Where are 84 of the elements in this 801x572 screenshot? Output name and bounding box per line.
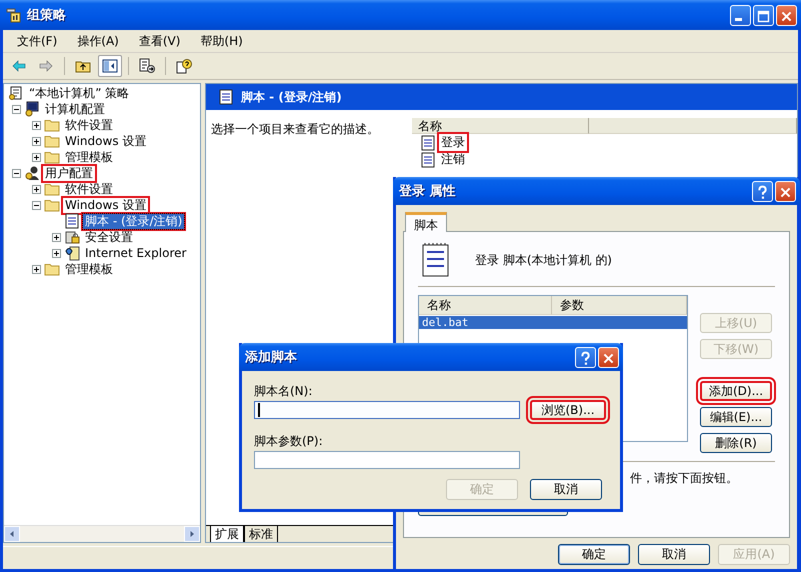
minimize-icon <box>735 18 742 20</box>
tree-item[interactable]: Internet Explorer <box>83 246 188 260</box>
pane-title: 脚本 - (登录/注销) <box>241 88 342 106</box>
browser-icon <box>64 245 80 261</box>
folder-icon <box>44 197 60 213</box>
dialog-button[interactable]: 确定 <box>558 544 630 565</box>
expand-toggle[interactable] <box>32 200 40 210</box>
expand-toggle[interactable] <box>32 152 40 162</box>
folder-icon <box>44 149 60 165</box>
dialog-button[interactable]: 取消 <box>638 544 710 565</box>
back-arrow-icon <box>11 58 27 74</box>
instruction-text: 件，请按下面按钮。 <box>630 471 738 485</box>
minimize-button[interactable] <box>730 4 751 26</box>
folder-icon <box>44 261 60 277</box>
dialog-button[interactable]: 编辑(E)... <box>700 407 772 427</box>
field-label: 脚本名(N): <box>254 383 314 399</box>
script-icon <box>420 152 436 168</box>
tree-item[interactable]: 软件设置 <box>63 118 115 132</box>
script-icon <box>420 134 436 150</box>
expand-toggle[interactable] <box>32 120 40 130</box>
help-button[interactable] <box>752 180 773 202</box>
horizontal-scrollbar[interactable] <box>4 525 200 542</box>
tree-item[interactable]: Windows 设置 <box>63 198 148 212</box>
script-icon <box>64 213 80 229</box>
expand-toggle[interactable] <box>52 232 60 242</box>
column-header[interactable]: 名称 <box>412 118 589 134</box>
input-field[interactable] <box>254 451 520 469</box>
list-row[interactable]: del.bat <box>419 316 687 329</box>
export-list-icon <box>139 58 155 74</box>
help-icon <box>176 58 192 74</box>
tree-pane-icon <box>102 58 118 74</box>
tree-item[interactable]: 计算机配置 <box>43 102 107 116</box>
menu-item[interactable]: 文件(F) <box>9 30 66 52</box>
expand-toggle[interactable] <box>12 168 20 178</box>
folder-icon <box>44 117 60 133</box>
close-button[interactable] <box>775 180 796 202</box>
tree-item[interactable]: 脚本 - (登录/注销) <box>83 214 184 228</box>
close-button[interactable] <box>776 4 797 26</box>
tree-item[interactable]: 安全设置 <box>83 230 135 244</box>
tree-item[interactable]: Windows 设置 <box>63 134 148 148</box>
folder-icon <box>44 181 60 197</box>
maximize-button[interactable] <box>753 4 774 26</box>
user-icon <box>24 165 40 181</box>
scroll-right-icon <box>188 530 196 538</box>
input-field[interactable] <box>254 401 520 419</box>
dialog-button[interactable]: 取消 <box>530 479 602 500</box>
menu-item[interactable]: 帮助(H) <box>192 30 251 52</box>
forward-arrow-icon <box>38 58 54 74</box>
expand-toggle[interactable] <box>32 184 40 194</box>
help-button[interactable] <box>575 346 596 368</box>
dialog-title: 登录 属性 <box>399 183 456 200</box>
menu-item[interactable]: 操作(A) <box>69 30 127 52</box>
policy-icon <box>6 7 22 23</box>
script-icon <box>218 89 234 105</box>
scroll-left-icon <box>8 530 16 538</box>
script-icon <box>422 243 450 277</box>
view-tab[interactable]: 扩展 <box>210 526 244 542</box>
tree-item[interactable]: “本地计算机” 策略 <box>27 86 132 100</box>
expand-toggle[interactable] <box>52 248 60 258</box>
window-title: 组策略 <box>27 7 66 24</box>
description-text: 选择一个项目来查看它的描述。 <box>211 122 379 136</box>
tree-item[interactable]: 用户配置 <box>43 166 95 180</box>
list-item[interactable]: 注销 <box>439 151 467 168</box>
computer-icon <box>24 101 40 117</box>
field-label: 脚本参数(P): <box>254 433 324 449</box>
dialog-title: 添加脚本 <box>245 349 297 366</box>
expand-toggle[interactable] <box>12 104 20 114</box>
view-tab[interactable]: 标准 <box>244 526 278 542</box>
tree-item[interactable]: 管理模板 <box>63 262 115 276</box>
lock-icon <box>64 229 80 245</box>
tree-item[interactable]: 软件设置 <box>63 182 115 196</box>
tree-pane-button[interactable] <box>98 55 122 77</box>
close-button[interactable] <box>598 346 619 368</box>
list-item[interactable]: 登录 <box>439 134 467 151</box>
dialog-tab[interactable]: 脚本 <box>405 212 447 232</box>
column-header[interactable]: 名称 <box>419 296 552 315</box>
expand-toggle[interactable] <box>32 136 40 146</box>
folder-icon <box>44 133 60 149</box>
tree-item[interactable]: 管理模板 <box>63 150 115 164</box>
expand-toggle[interactable] <box>32 264 40 274</box>
menu-item[interactable]: 查看(V) <box>130 30 188 52</box>
script-heading: 登录 脚本(本地计算机 的) <box>475 252 612 268</box>
dialog-button[interactable]: 删除(R) <box>700 433 772 453</box>
column-header[interactable]: 参数 <box>552 296 687 315</box>
